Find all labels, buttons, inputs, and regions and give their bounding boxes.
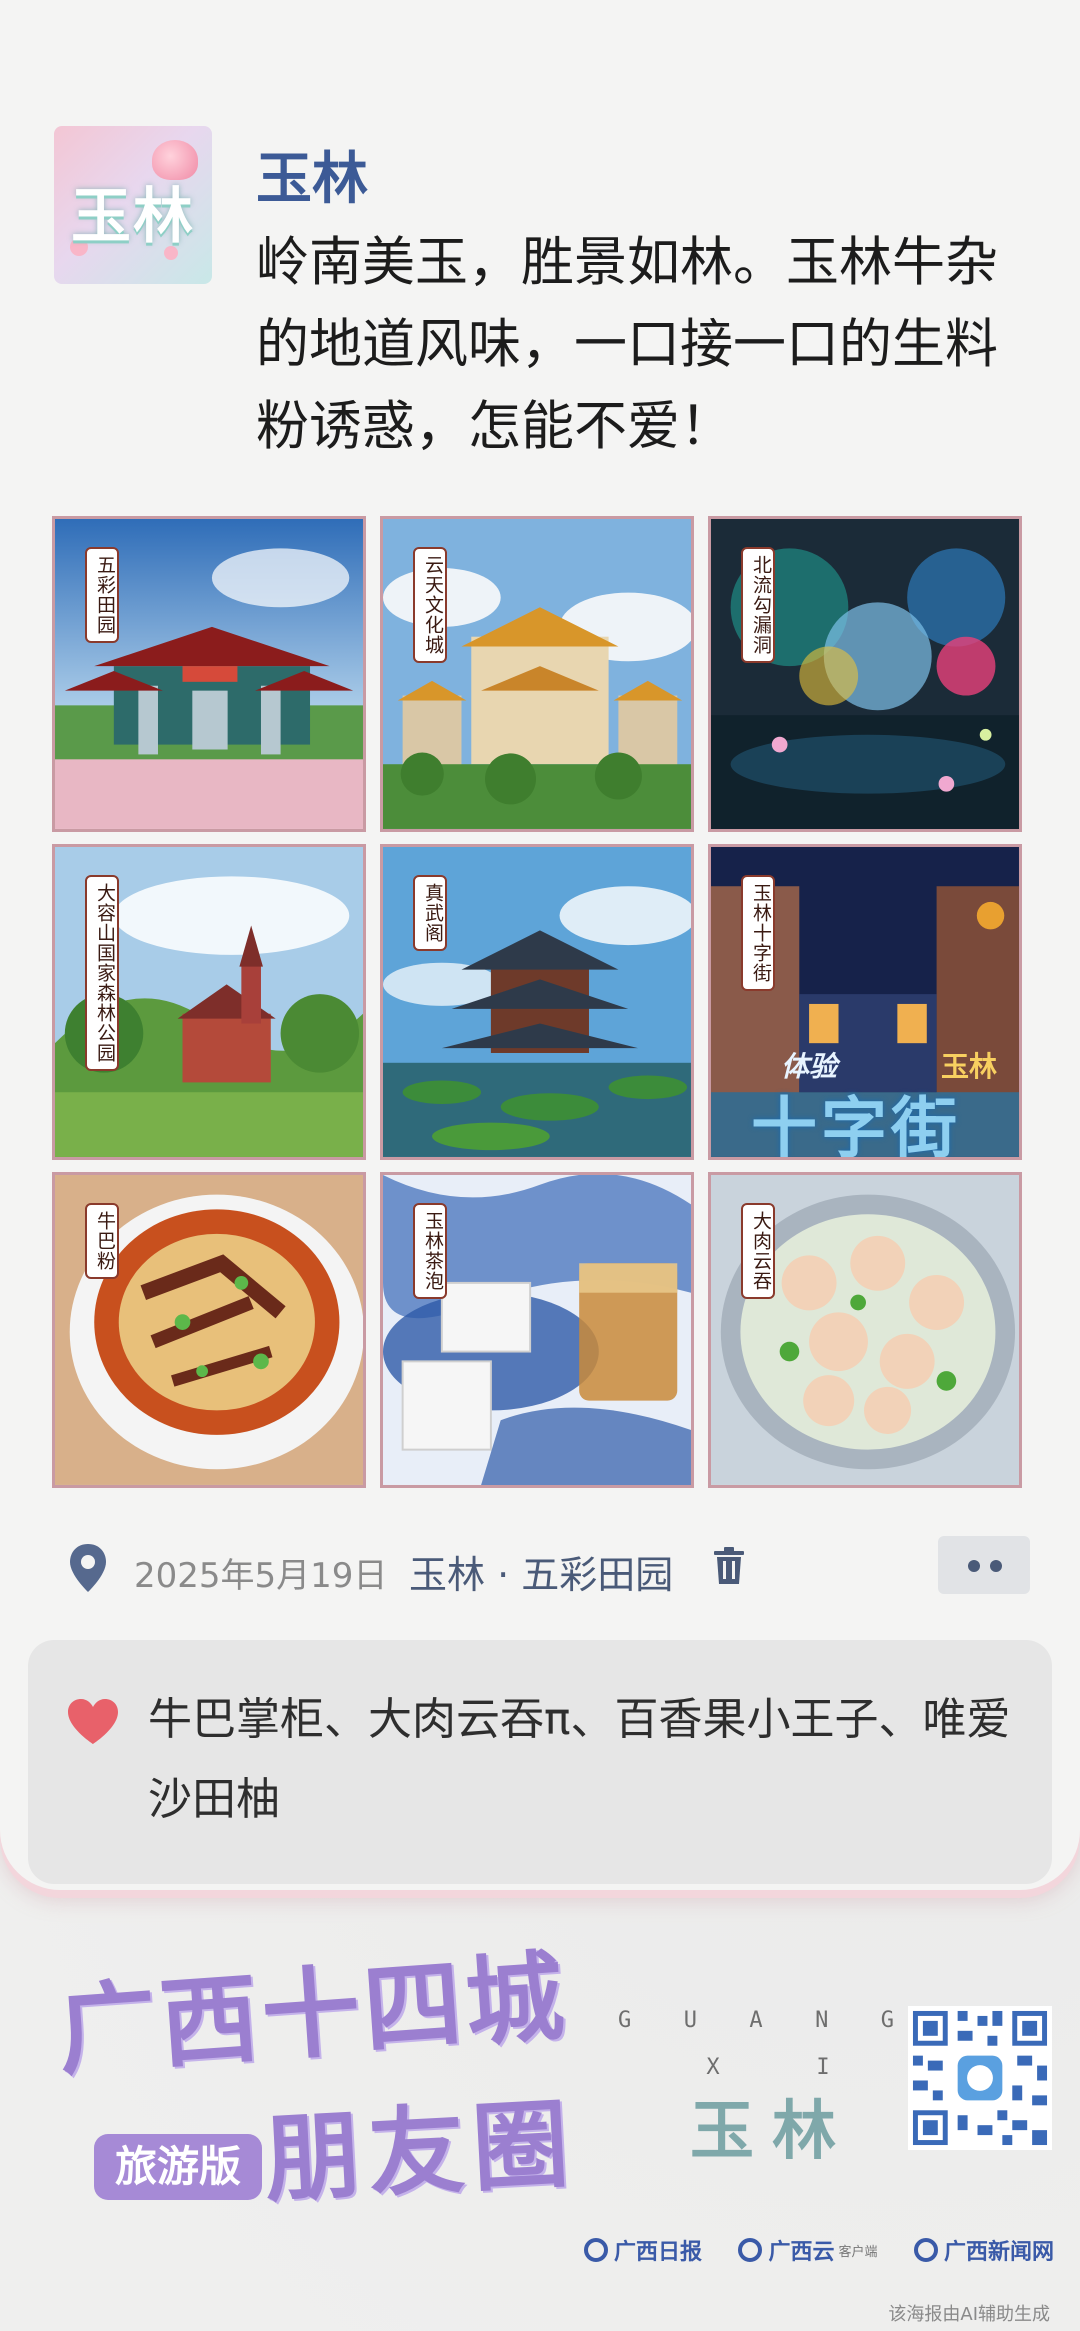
logo-text: 广西新闻网 bbox=[943, 2239, 1054, 2265]
location-pin-icon bbox=[70, 1544, 106, 1592]
guangxi-news-logo-icon bbox=[913, 2238, 938, 2262]
moments-post-card: 玉林 玉林 岭南美玉，胜景如林。玉林牛杂的地道风味，一口接一口的生料粉诱惑，怎能… bbox=[0, 0, 1080, 1890]
tile-label: 玉林十字街 bbox=[741, 875, 775, 991]
more-icon[interactable] bbox=[938, 1536, 1030, 1594]
trash-icon[interactable] bbox=[712, 1546, 746, 1586]
tile-label: 牛巴粉 bbox=[85, 1203, 119, 1279]
brand-footer: 广西十四城 朋友圈 旅游版 G U A N G X I 玉林 广西日报 广西云 … bbox=[0, 1939, 1080, 2331]
photo-tile[interactable]: 云天文化城 bbox=[380, 516, 694, 832]
post-text: 岭南美玉，胜景如林。玉林牛杂的地道风味，一口接一口的生料粉诱惑，怎能不爱！ bbox=[256, 232, 998, 457]
publisher-logos: 广西日报 广西云 客户端 广西新闻网 bbox=[584, 2230, 1054, 2270]
avatar[interactable]: 玉林 bbox=[54, 126, 212, 284]
street-sign-main: 十字街 bbox=[751, 1090, 961, 1160]
logo-text: 广西云 bbox=[768, 2239, 835, 2265]
photo-tile[interactable]: 北流勾漏洞 bbox=[708, 516, 1022, 832]
tile-label: 大肉云吞 bbox=[741, 1203, 775, 1299]
username[interactable]: 玉林 bbox=[256, 134, 368, 215]
letter: G bbox=[618, 2008, 632, 2033]
city-name: 玉林 bbox=[690, 2094, 854, 2169]
edition-badge: 旅游版 bbox=[94, 2134, 262, 2200]
guangxi-cloud-logo-icon bbox=[738, 2238, 763, 2262]
guangxi-daily-logo-icon bbox=[584, 2238, 608, 2262]
photo-tile[interactable]: 真武阁 bbox=[380, 844, 694, 1160]
tile-label: 北流勾漏洞 bbox=[741, 547, 775, 663]
guangxi-letters: G U A N G X I bbox=[618, 2008, 898, 2080]
logo-guangxi-daily: 广西日报 bbox=[584, 2234, 702, 2266]
letter: N bbox=[815, 2008, 829, 2033]
photo-tile[interactable]: 大肉云吞 bbox=[708, 1172, 1022, 1488]
logo-guangxi-news: 广西新闻网 bbox=[913, 2234, 1054, 2266]
avatar-label: 玉林 bbox=[71, 182, 195, 252]
likes-panel: 牛巴掌柜、大肉云吞π、百香果小王子、唯爱沙田柚 bbox=[28, 1640, 1052, 1884]
tile-label: 五彩田园 bbox=[85, 547, 119, 643]
letter: X bbox=[706, 2055, 720, 2080]
post-meta: 2025年5月19日 玉林 · 五彩田园 bbox=[62, 1536, 1032, 1600]
photo-tile[interactable]: 大容山国家森林公园 bbox=[52, 844, 366, 1160]
logo-text: 广西日报 bbox=[614, 2239, 703, 2265]
letter: A bbox=[749, 2008, 763, 2033]
logo-guangxi-cloud: 广西云 客户端 bbox=[738, 2234, 878, 2266]
letter: G bbox=[880, 2008, 894, 2033]
photo-tile[interactable]: 玉林茶泡 bbox=[380, 1172, 694, 1488]
qr-code[interactable] bbox=[908, 2006, 1052, 2150]
post-date: 2025年5月19日 bbox=[134, 1556, 388, 1596]
post-location[interactable]: 玉林 · 五彩田园 bbox=[409, 1544, 673, 1599]
brand-title: 广西十四城 bbox=[54, 1939, 572, 2090]
photo-tile[interactable]: 五彩田园 bbox=[52, 516, 366, 832]
letter: I bbox=[816, 2055, 830, 2080]
tile-label: 大容山国家森林公园 bbox=[85, 875, 119, 1071]
likes-list[interactable]: 牛巴掌柜、大肉云吞π、百香果小王子、唯爱沙田柚 bbox=[148, 1680, 1028, 1840]
photo-tile[interactable]: 体验 玉林 十字街 玉林十字街 bbox=[708, 844, 1022, 1160]
tile-label: 玉林茶泡 bbox=[413, 1203, 447, 1299]
brand-subtitle: 朋友圈 bbox=[261, 2086, 580, 2217]
logo-subtext: 客户端 bbox=[838, 2244, 878, 2260]
letter: U bbox=[683, 2008, 697, 2033]
photo-tile[interactable]: 牛巴粉 bbox=[52, 1172, 366, 1488]
tile-label: 真武阁 bbox=[413, 875, 447, 951]
ai-disclaimer: 该海报由AI辅助生成 bbox=[888, 2304, 1050, 2325]
photo-grid: 五彩田园 云天文化城 北流勾漏洞 大容山国家森林公园 真武阁 体验 玉林 十字街… bbox=[52, 516, 1022, 1488]
tile-label: 云天文化城 bbox=[413, 547, 447, 663]
heart-icon bbox=[68, 1699, 118, 1744]
more-dot bbox=[990, 1560, 1002, 1572]
more-dot bbox=[968, 1560, 980, 1572]
